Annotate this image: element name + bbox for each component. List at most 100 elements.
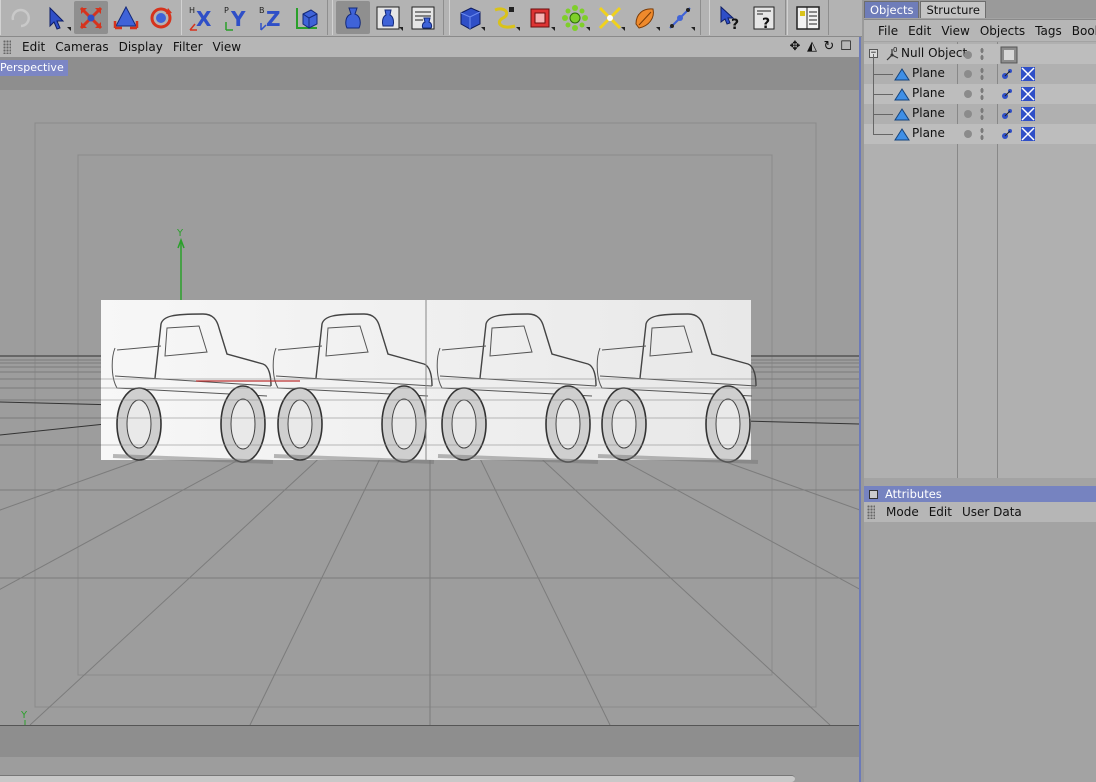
- texture-tag-icon[interactable]: [1000, 46, 1018, 64]
- coordinate-system-icon: [296, 7, 318, 29]
- corner-axis-y-label: Y: [20, 710, 28, 721]
- viewport-menu-cameras[interactable]: Cameras: [50, 40, 113, 54]
- deformer-button[interactable]: [593, 1, 627, 34]
- om-menu-view[interactable]: View: [936, 24, 974, 38]
- scale-tool-icon: [113, 5, 139, 29]
- object-row-plane[interactable]: Plane: [864, 74, 1096, 104]
- attributes-header[interactable]: Attributes: [864, 486, 1096, 502]
- visibility-toggle[interactable]: [980, 47, 984, 61]
- attr-menu-mode[interactable]: Mode: [881, 505, 924, 519]
- attr-menu-edit[interactable]: Edit: [924, 505, 957, 519]
- plane-object-icon: [894, 68, 910, 81]
- object-row-plane[interactable]: Plane: [864, 54, 1096, 84]
- context-help-icon: ?: [720, 5, 739, 32]
- layer-dot[interactable]: [964, 130, 972, 138]
- layer-dot[interactable]: [964, 110, 972, 118]
- move-tool-button[interactable]: [74, 1, 108, 34]
- material-tag-icon[interactable]: [1020, 66, 1036, 82]
- layer-dot[interactable]: [964, 51, 972, 59]
- x-axis-lock-button[interactable]: H X: [185, 1, 219, 34]
- pan-view-icon[interactable]: ✥: [788, 39, 802, 54]
- y-axis-lock-button[interactable]: P Y: [220, 1, 254, 34]
- om-menu-edit[interactable]: Edit: [903, 24, 936, 38]
- phong-tag-icon[interactable]: [1000, 66, 1016, 82]
- panel-toggle[interactable]: [869, 489, 878, 499]
- array-generator-button[interactable]: [558, 1, 592, 34]
- tab-structure[interactable]: Structure: [920, 1, 986, 18]
- right-panel: Objects Structure File Edit View Objects…: [864, 0, 1096, 782]
- cube-primitive-button[interactable]: [453, 1, 487, 34]
- object-row-plane[interactable]: Plane: [864, 114, 1096, 144]
- visibility-toggle[interactable]: [980, 67, 984, 81]
- live-selection-button[interactable]: [39, 1, 73, 34]
- viewport-bottom-strip: [0, 725, 859, 757]
- maximize-view-icon[interactable]: ☐: [839, 39, 853, 54]
- layer-dot[interactable]: [964, 70, 972, 78]
- visibility-toggle[interactable]: [980, 107, 984, 121]
- attributes-title: Attributes: [885, 487, 942, 501]
- om-menu-objects[interactable]: Objects: [975, 24, 1030, 38]
- svg-text:?: ?: [731, 17, 739, 32]
- visibility-toggle[interactable]: [980, 87, 984, 101]
- phong-tag-icon[interactable]: [1000, 126, 1016, 142]
- object-row-plane[interactable]: Plane: [864, 94, 1096, 124]
- viewport-menu-view[interactable]: View: [208, 40, 246, 54]
- perspective-viewport[interactable]: Edit Cameras Display Filter View ✥ ◭ ↻ ☐…: [0, 37, 861, 782]
- scene-canvas[interactable]: Y Y X Z: [0, 90, 859, 725]
- undo-button[interactable]: [4, 1, 38, 34]
- attr-menu-user-data[interactable]: User Data: [957, 505, 1027, 519]
- object-name[interactable]: Plane: [912, 86, 945, 100]
- material-tag-icon[interactable]: [1020, 106, 1036, 122]
- svg-text:Z: Z: [266, 7, 281, 31]
- phong-tag-icon[interactable]: [1000, 106, 1016, 122]
- material-tag-icon[interactable]: [1020, 86, 1036, 102]
- object-name[interactable]: Plane: [912, 66, 945, 80]
- viewport-menu-display[interactable]: Display: [114, 40, 168, 54]
- camera-light-icon: [669, 6, 691, 29]
- null-object-icon: 0: [886, 46, 899, 61]
- toolbar-group-axis: H X P Y B Z: [181, 0, 328, 35]
- z-axis-lock-button[interactable]: B Z: [255, 1, 289, 34]
- panel-grip[interactable]: [867, 505, 875, 519]
- layout-button[interactable]: [791, 1, 825, 34]
- undo-icon: [11, 8, 30, 27]
- main-toolbar: H X P Y B Z ? ?: [0, 0, 862, 37]
- viewport-menu-filter[interactable]: Filter: [168, 40, 208, 54]
- tab-objects[interactable]: Objects: [864, 1, 920, 18]
- render-picture-viewer-icon: [376, 6, 400, 29]
- timeline-ruler[interactable]: [0, 775, 795, 782]
- scale-tool-button[interactable]: [109, 1, 143, 34]
- object-manager-menubar: File Edit View Objects Tags Bookmarks: [864, 19, 1096, 41]
- object-name[interactable]: Null Object: [901, 46, 967, 60]
- texture-planes[interactable]: [101, 300, 760, 464]
- rotate-view-icon[interactable]: ↻: [822, 39, 836, 54]
- subdivision-surface-button[interactable]: [523, 1, 557, 34]
- panel-grip[interactable]: [3, 40, 11, 54]
- cube-primitive-icon: [460, 6, 481, 30]
- help-window-button[interactable]: ?: [748, 1, 782, 34]
- material-tag-icon[interactable]: [1020, 126, 1036, 142]
- svg-text:?: ?: [762, 16, 770, 32]
- camera-light-button[interactable]: [663, 1, 697, 34]
- phong-tag-icon[interactable]: [1000, 86, 1016, 102]
- render-settings-button[interactable]: [406, 1, 440, 34]
- dolly-view-icon[interactable]: ◭: [805, 39, 819, 54]
- spline-pen-icon: [494, 6, 516, 28]
- coordinate-system-button[interactable]: [290, 1, 324, 34]
- environment-button[interactable]: [628, 1, 662, 34]
- render-view-button[interactable]: [336, 1, 370, 34]
- om-menu-bookmarks[interactable]: Bookmarks: [1067, 24, 1096, 38]
- object-name[interactable]: Plane: [912, 126, 945, 140]
- om-menu-file[interactable]: File: [873, 24, 903, 38]
- visibility-toggle[interactable]: [980, 127, 984, 141]
- render-picture-viewer-button[interactable]: [371, 1, 405, 34]
- context-help-button[interactable]: ?: [713, 1, 747, 34]
- rotate-tool-button[interactable]: [144, 1, 178, 34]
- deformer-icon: [598, 6, 622, 29]
- layer-dot[interactable]: [964, 90, 972, 98]
- object-row-null[interactable]: − 0 Null Object: [864, 44, 1096, 64]
- object-name[interactable]: Plane: [912, 106, 945, 120]
- spline-pen-button[interactable]: [488, 1, 522, 34]
- viewport-menu-edit[interactable]: Edit: [17, 40, 50, 54]
- om-menu-tags[interactable]: Tags: [1030, 24, 1067, 38]
